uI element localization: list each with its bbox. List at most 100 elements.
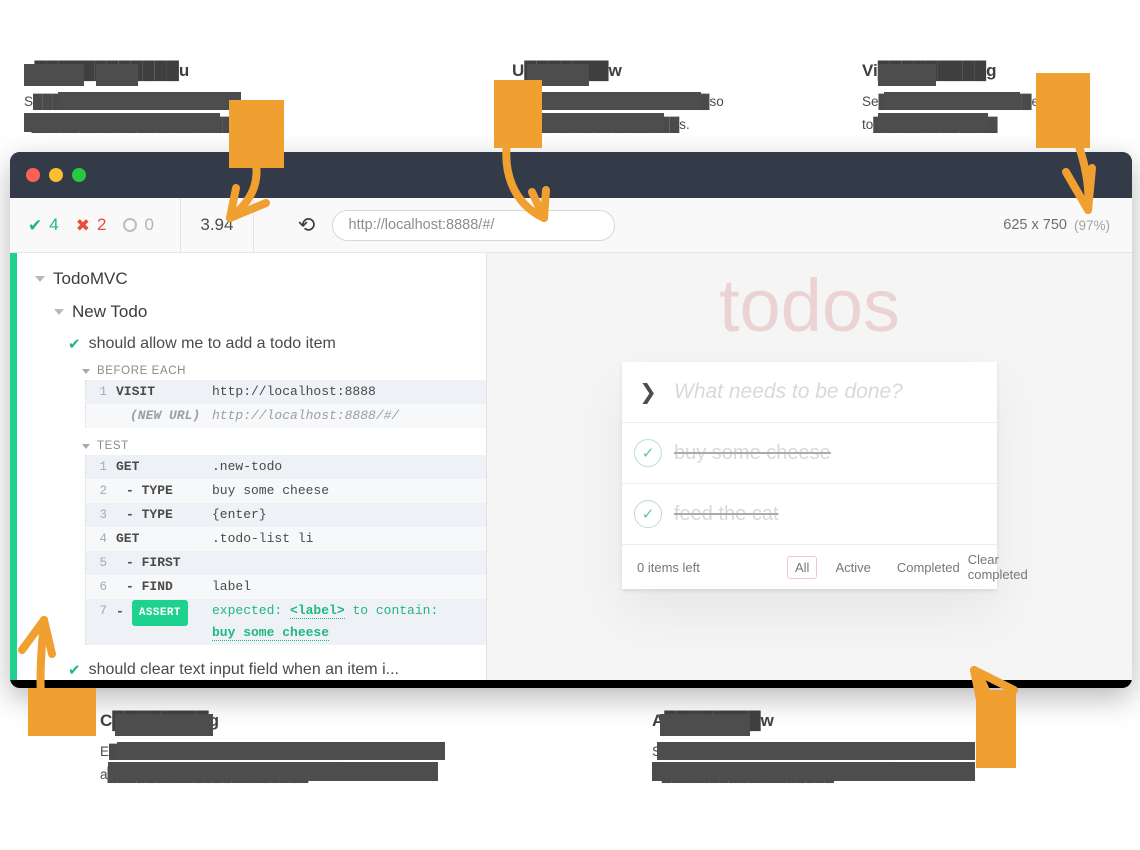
stat-failed[interactable]: ✖ 2 [76, 215, 119, 235]
redaction-bar [534, 113, 664, 132]
command-number: 5 [99, 556, 107, 570]
redaction-bar [96, 64, 138, 86]
check-icon: ✓ [634, 439, 662, 468]
command-message: .todo-list li [212, 531, 314, 546]
suite-root-label: TodoMVC [53, 269, 128, 288]
runner-body: TodoMVC New Todo ✔ should allow me to ad… [10, 253, 1132, 680]
cross-icon: ✖ [75, 215, 90, 235]
assertion-subject: <label> [290, 603, 345, 619]
command-group-before-each: BEFORE EACH 1 VISIT http://localhost:888… [82, 365, 486, 428]
command-row-assertion[interactable]: 7 - ASSERT expected: <label> to contain: b… [86, 599, 486, 645]
todoapp-wrapper: todos ❯ What needs to be done? ✓ buy som… [622, 265, 1028, 680]
command-message: http://localhost:8888/#/ [212, 408, 400, 423]
stat-failed-count: 2 [96, 215, 107, 234]
stat-pending-count: 0 [144, 215, 154, 234]
redaction-bar [24, 64, 84, 86]
command-row[interactable]: 4 GET .todo-list li [86, 527, 486, 551]
viewport-size[interactable]: 625 x 750 (97%) [1003, 198, 1132, 252]
command-group-header[interactable]: BEFORE EACH [82, 365, 486, 377]
suite-child[interactable]: New Todo [54, 302, 486, 322]
command-number: 1 [99, 385, 107, 399]
redaction-bar [878, 113, 988, 132]
screenshot-root: T████████████u S████████████████████ed a… [0, 0, 1140, 850]
test-item-label: should allow me to add a todo item [88, 335, 336, 352]
chevron-down-icon[interactable] [82, 443, 90, 449]
assertion-verb: to contain: [352, 603, 439, 618]
close-icon[interactable] [26, 168, 40, 182]
assertion-expected-label: expected: [212, 603, 283, 618]
runner-status-bar [10, 253, 17, 680]
command-name: - FIRST [126, 555, 181, 570]
command-name: GET [116, 531, 140, 546]
command-name: GET [116, 459, 140, 474]
stat-passed[interactable]: ✔ 4 [28, 215, 71, 235]
suite-child-label: New Todo [72, 302, 148, 321]
command-name: - TYPE [126, 507, 173, 522]
assert-badge: ASSERT [131, 600, 188, 626]
command-message: label [212, 579, 252, 594]
command-group-header[interactable]: TEST [82, 440, 486, 452]
check-icon: ✔ [68, 661, 81, 679]
redaction-bar [657, 742, 975, 760]
assertion-dash: - [116, 604, 124, 619]
check-icon: ✓ [634, 500, 662, 529]
test-duration: 3.94 [179, 198, 254, 252]
todo-count: 0 items left [637, 559, 700, 575]
suite-root[interactable]: TodoMVC [35, 269, 486, 289]
check-icon: ✔ [68, 335, 81, 353]
command-number: 3 [99, 508, 107, 522]
chevron-down-icon[interactable] [82, 368, 90, 374]
filter-all[interactable]: All [787, 555, 818, 579]
stat-pending[interactable]: 0 [123, 215, 165, 235]
command-row[interactable]: 5 - FIRST [86, 551, 486, 575]
reload-icon[interactable]: ⟳ [298, 214, 316, 237]
command-list: 1 GET .new-todo 2 - TYPE buy some cheese… [85, 455, 486, 645]
command-name: VISIT [116, 384, 156, 399]
chevron-down-icon[interactable] [54, 309, 64, 315]
test-item-active[interactable]: ✔ should allow me to add a todo item [68, 335, 486, 353]
todo-label: buy some cheese [674, 441, 831, 464]
test-runner-window: ✔ 4 ✖ 2 0 3.94 ⟳ http://localhost:8888/#… [10, 152, 1132, 688]
maximize-icon[interactable] [72, 168, 86, 182]
command-row[interactable]: 6 - FIND label [86, 575, 486, 599]
new-todo-row: ❯ What needs to be done? [622, 362, 997, 424]
filter-completed[interactable]: Completed [889, 556, 968, 579]
chevron-down-icon[interactable]: ❯ [622, 382, 674, 403]
command-group-label: TEST [97, 440, 129, 452]
filter-active[interactable]: Active [827, 556, 878, 579]
command-number: 4 [99, 532, 107, 546]
command-message: {enter} [212, 507, 267, 522]
test-item[interactable]: ✔ should clear text input field when an … [68, 661, 486, 679]
redaction-bar [660, 714, 750, 736]
command-row[interactable]: 1 VISIT http://localhost:8888 [86, 380, 486, 404]
circle-icon [123, 218, 138, 232]
url-region: ⟳ http://localhost:8888/#/ [254, 198, 1003, 252]
command-number: 2 [99, 484, 107, 498]
redaction-bar [527, 64, 589, 86]
chevron-down-icon[interactable] [35, 276, 45, 282]
stat-passed-count: 4 [49, 215, 59, 234]
command-row[interactable]: 2 - TYPE buy some cheese [86, 479, 486, 503]
url-input[interactable]: http://localhost:8888/#/ [331, 209, 615, 241]
command-group-label: BEFORE EACH [97, 365, 187, 377]
todo-item[interactable]: ✓ buy some cheese [622, 423, 997, 485]
command-row[interactable]: 3 - TYPE {enter} [86, 503, 486, 527]
command-group-test: TEST 1 GET .new-todo 2 - TYPE buy some c… [82, 440, 486, 645]
command-message: buy some cheese [212, 483, 330, 498]
assertion-message: expected: <label> to contain: buy some ch… [212, 600, 438, 644]
new-todo-input[interactable]: What needs to be done? [674, 380, 997, 404]
command-row[interactable]: 1 GET .new-todo [86, 455, 486, 479]
todo-toggle[interactable]: ✓ [622, 439, 674, 468]
todo-item[interactable]: ✓ feed the cat [622, 484, 997, 546]
test-item-label: should clear text input field when an it… [88, 661, 399, 678]
redaction-bar [534, 92, 701, 110]
todo-toggle[interactable]: ✓ [622, 500, 674, 529]
minimize-icon[interactable] [49, 168, 63, 182]
command-number: 6 [99, 580, 107, 594]
clear-completed-button[interactable]: Clear completed [968, 552, 1028, 582]
redaction-bar [108, 762, 438, 781]
test-stats: ✔ 4 ✖ 2 0 [10, 198, 180, 252]
command-row[interactable]: (NEW URL) http://localhost:8888/#/ [86, 404, 486, 428]
assertion-value: buy some cheese [212, 625, 330, 641]
assertion-name: - ASSERT [116, 600, 212, 626]
